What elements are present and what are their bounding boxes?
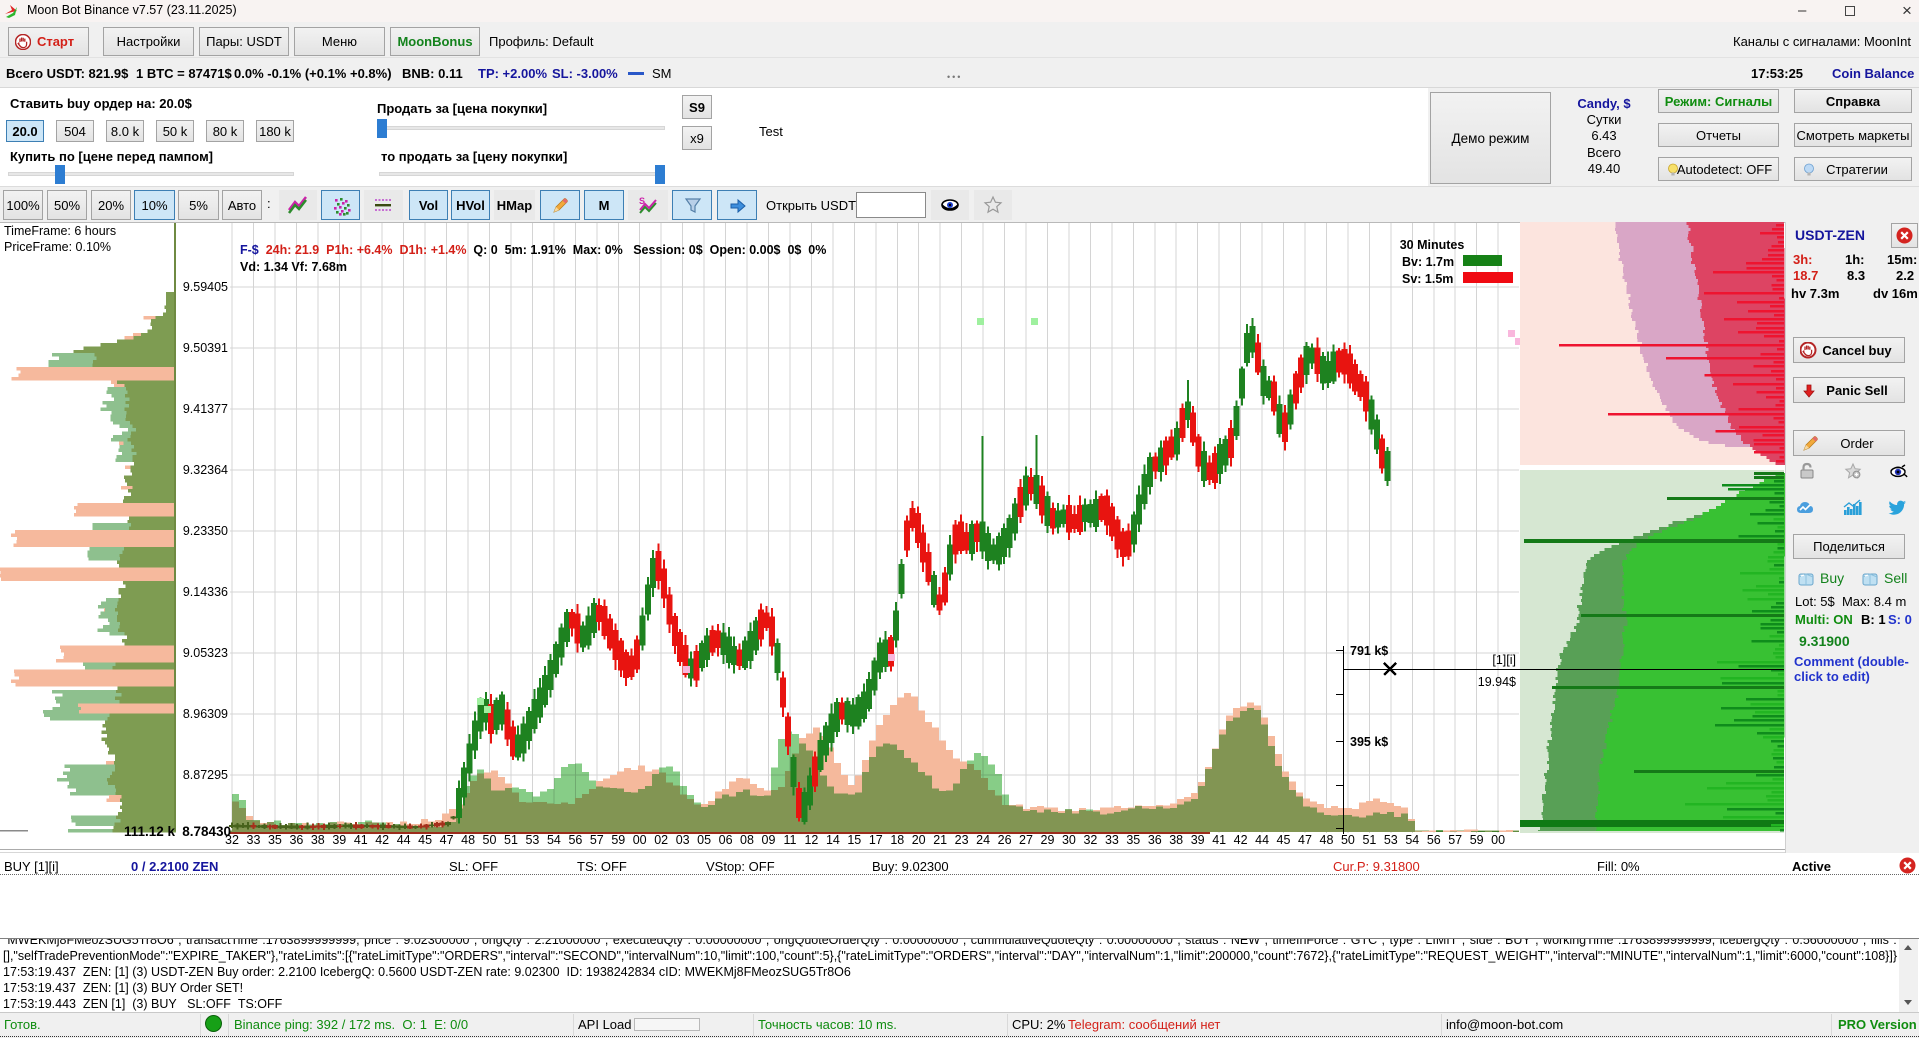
- svg-text:21: 21: [933, 833, 947, 847]
- svg-text:59: 59: [611, 833, 625, 847]
- svg-text:Bv: 1.7m: Bv: 1.7m: [1402, 255, 1454, 269]
- svg-text:38: 38: [1169, 833, 1183, 847]
- svg-text:56: 56: [1427, 833, 1441, 847]
- svg-text:791 k$: 791 k$: [1350, 644, 1388, 658]
- svg-text:32: 32: [225, 833, 239, 847]
- svg-text:08: 08: [740, 833, 754, 847]
- svg-text:03: 03: [676, 833, 690, 847]
- svg-text:35: 35: [1126, 833, 1140, 847]
- svg-text:00: 00: [1491, 833, 1505, 847]
- svg-text:27: 27: [1019, 833, 1033, 847]
- svg-text:44: 44: [397, 833, 411, 847]
- svg-text:38: 38: [311, 833, 325, 847]
- svg-text:20: 20: [912, 833, 926, 847]
- svg-text:42: 42: [1234, 833, 1248, 847]
- svg-text:9.14336: 9.14336: [183, 585, 228, 599]
- svg-text:42: 42: [375, 833, 389, 847]
- svg-text:45: 45: [418, 833, 432, 847]
- svg-text:35: 35: [268, 833, 282, 847]
- svg-text:44: 44: [1255, 833, 1269, 847]
- svg-text:59: 59: [1470, 833, 1484, 847]
- svg-text:9.32364: 9.32364: [183, 463, 228, 477]
- svg-text:41: 41: [354, 833, 368, 847]
- svg-text:11: 11: [784, 833, 797, 847]
- svg-text:[1][i]: [1][i]: [1492, 653, 1516, 667]
- svg-text:53: 53: [525, 833, 539, 847]
- svg-text:41: 41: [1212, 833, 1226, 847]
- svg-text:8.78430: 8.78430: [182, 824, 231, 839]
- svg-text:54: 54: [1405, 833, 1419, 847]
- svg-text:17: 17: [869, 833, 883, 847]
- svg-text:Sv: 1.5m: Sv: 1.5m: [1402, 272, 1453, 286]
- svg-text:395 k$: 395 k$: [1350, 735, 1388, 749]
- svg-text:12: 12: [804, 833, 818, 847]
- svg-text:50: 50: [483, 833, 497, 847]
- svg-text:33: 33: [247, 833, 261, 847]
- svg-text:54: 54: [547, 833, 561, 847]
- svg-text:F-$ 24h: 21.9 P1h: +6.4% D1: F-$ 24h: 21.9 P1h: +6.4% D1h: +1.4% Q: 0…: [240, 243, 826, 257]
- svg-text:47: 47: [1298, 833, 1312, 847]
- svg-text:51: 51: [1362, 833, 1376, 847]
- svg-text:02: 02: [654, 833, 668, 847]
- svg-text:24: 24: [976, 833, 990, 847]
- svg-text:29: 29: [1041, 833, 1055, 847]
- svg-text:48: 48: [1320, 833, 1334, 847]
- svg-text:TimeFrame: 6 hours: TimeFrame: 6 hours: [4, 224, 116, 238]
- svg-text:47: 47: [440, 833, 454, 847]
- svg-text:06: 06: [719, 833, 733, 847]
- svg-text:45: 45: [1277, 833, 1291, 847]
- svg-text:57: 57: [590, 833, 604, 847]
- svg-text:8.96309: 8.96309: [183, 707, 228, 721]
- svg-text:15: 15: [847, 833, 861, 847]
- svg-text:8.87295: 8.87295: [183, 768, 228, 782]
- svg-text:00: 00: [633, 833, 647, 847]
- svg-text:9.41377: 9.41377: [183, 402, 228, 416]
- svg-text:05: 05: [697, 833, 711, 847]
- svg-text:53: 53: [1384, 833, 1398, 847]
- svg-text:33: 33: [1105, 833, 1119, 847]
- svg-text:Vd: 1.34 Vf: 7.68m: Vd: 1.34 Vf: 7.68m: [240, 260, 347, 274]
- svg-text:09: 09: [762, 833, 776, 847]
- svg-text:111.12 k: 111.12 k: [124, 824, 176, 839]
- svg-text:23: 23: [955, 833, 969, 847]
- svg-text:56: 56: [568, 833, 582, 847]
- svg-text:32: 32: [1083, 833, 1097, 847]
- svg-text:9.59405: 9.59405: [183, 280, 228, 294]
- svg-text:48: 48: [461, 833, 475, 847]
- svg-text:PriceFrame: 0.10%: PriceFrame: 0.10%: [4, 240, 111, 254]
- svg-text:30: 30: [1062, 833, 1076, 847]
- svg-text:9.05323: 9.05323: [183, 646, 228, 660]
- svg-text:39: 39: [332, 833, 346, 847]
- svg-text:30 Minutes: 30 Minutes: [1400, 238, 1465, 252]
- svg-text:51: 51: [504, 833, 518, 847]
- svg-text:9.23350: 9.23350: [183, 524, 228, 538]
- svg-text:50: 50: [1341, 833, 1355, 847]
- svg-text:36: 36: [1148, 833, 1162, 847]
- svg-text:19.94$: 19.94$: [1478, 675, 1516, 689]
- svg-text:36: 36: [289, 833, 303, 847]
- svg-text:57: 57: [1448, 833, 1462, 847]
- svg-text:9.50391: 9.50391: [183, 341, 228, 355]
- svg-text:18: 18: [890, 833, 904, 847]
- svg-text:14: 14: [826, 833, 840, 847]
- svg-text:39: 39: [1191, 833, 1205, 847]
- svg-text:26: 26: [998, 833, 1012, 847]
